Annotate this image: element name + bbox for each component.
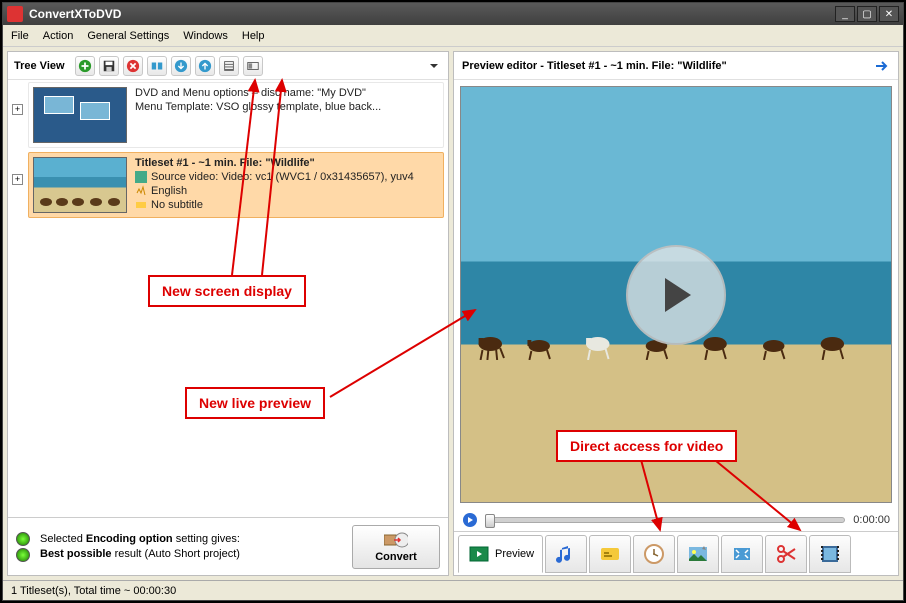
remove-button[interactable] [123, 56, 143, 76]
tree-toolbar: Tree View [8, 52, 448, 80]
tab-chapters[interactable] [633, 535, 675, 573]
titleset-sub: No subtitle [151, 199, 203, 211]
app-icon [7, 6, 23, 22]
callout-direct-access: Direct access for video [556, 430, 737, 462]
preview-tab-icon [467, 542, 491, 566]
app-title: ConvertXToDVD [29, 7, 833, 21]
clock-icon [642, 542, 666, 566]
image-icon [686, 542, 710, 566]
scissors-icon [774, 542, 798, 566]
callout-new-screen-display: New screen display [148, 275, 306, 307]
editor-tabs: Preview [454, 531, 898, 575]
expand-title-button[interactable]: + [12, 174, 23, 185]
titleset-source: Source video: Video: vc1 (WVC1 / 0x31435… [151, 171, 414, 183]
tab-image[interactable] [677, 535, 719, 573]
time-display: 0:00:00 [853, 514, 890, 526]
menu-file[interactable]: File [11, 30, 29, 42]
tab-menu-editor[interactable] [809, 535, 851, 573]
tab-subtitles[interactable] [589, 535, 631, 573]
filmstrip-icon [818, 542, 842, 566]
maximize-button[interactable]: ▢ [857, 6, 877, 22]
expand-dvd-button[interactable]: + [12, 104, 23, 115]
titleset-thumbnail [33, 157, 127, 213]
save-button[interactable] [99, 56, 119, 76]
preview-panel: Preview editor - Titleset #1 - ~1 min. F… [453, 51, 899, 576]
seek-slider[interactable] [486, 517, 845, 523]
tab-audio[interactable] [545, 535, 587, 573]
resize-icon [730, 542, 754, 566]
display-list-button[interactable] [219, 56, 239, 76]
seek-knob[interactable] [485, 514, 495, 528]
menu-windows[interactable]: Windows [183, 30, 228, 42]
move-down-button[interactable] [171, 56, 191, 76]
tree-titleset-item[interactable]: Titleset #1 - ~1 min. File: "Wildlife" S… [28, 152, 444, 218]
tree-dvd-item[interactable]: DVD and Menu options – disc name: "My DV… [28, 82, 444, 148]
menu-action[interactable]: Action [43, 30, 74, 42]
titleset-header: Titleset #1 - ~1 min. File: "Wildlife" [135, 157, 439, 169]
tree-view-label: Tree View [14, 60, 65, 72]
audio-icon [554, 542, 578, 566]
dvd-line2: Menu Template: VSO glossy template, blue… [135, 101, 439, 113]
titleset-lang: English [151, 185, 187, 197]
play-button[interactable] [462, 512, 478, 528]
tab-cut[interactable] [765, 535, 807, 573]
menu-help[interactable]: Help [242, 30, 265, 42]
merge-button[interactable] [147, 56, 167, 76]
close-button[interactable]: ✕ [879, 6, 899, 22]
tree-dropdown-button[interactable] [426, 58, 442, 74]
statusbar: 1 Titleset(s), Total time ~ 00:00:30 [3, 580, 903, 600]
tab-output[interactable] [721, 535, 763, 573]
convert-button[interactable]: Convert [352, 525, 440, 569]
dvd-line1: DVD and Menu options – disc name: "My DV… [135, 87, 439, 99]
preview-header: Preview editor - Titleset #1 - ~1 min. F… [454, 52, 898, 80]
minimize-button[interactable]: _ [835, 6, 855, 22]
callout-new-live-preview: New live preview [185, 387, 325, 419]
status-led-icon [16, 532, 30, 546]
app-window: ConvertXToDVD _ ▢ ✕ File Action General … [2, 2, 904, 601]
preview-title: Preview editor - Titleset #1 - ~1 min. F… [462, 60, 874, 72]
menu-general-settings[interactable]: General Settings [87, 30, 169, 42]
subtitle-icon [135, 199, 147, 211]
video-icon [135, 171, 147, 183]
display-thumb-button[interactable] [243, 56, 263, 76]
move-up-button[interactable] [195, 56, 215, 76]
subtitle-tab-icon [598, 542, 622, 566]
titlebar: ConvertXToDVD _ ▢ ✕ [3, 3, 903, 25]
playback-controls: 0:00:00 [454, 509, 898, 531]
menubar: File Action General Settings Windows Hel… [3, 25, 903, 47]
content-area: Tree View + [3, 47, 903, 580]
status-text: 1 Titleset(s), Total time ~ 00:00:30 [11, 585, 176, 597]
forward-icon[interactable] [874, 58, 890, 74]
dvd-thumbnail [33, 87, 127, 143]
add-button[interactable] [75, 56, 95, 76]
convert-icon [384, 531, 408, 549]
tab-preview[interactable]: Preview [458, 535, 543, 573]
status-led-icon-2 [16, 548, 30, 562]
play-overlay-button[interactable] [626, 245, 726, 345]
encoding-status-bar: Selected Encoding option setting gives: … [8, 517, 448, 575]
audio-icon [135, 185, 147, 197]
encoding-message: Selected Encoding option setting gives: … [40, 532, 342, 561]
tree-panel: Tree View + [7, 51, 449, 576]
